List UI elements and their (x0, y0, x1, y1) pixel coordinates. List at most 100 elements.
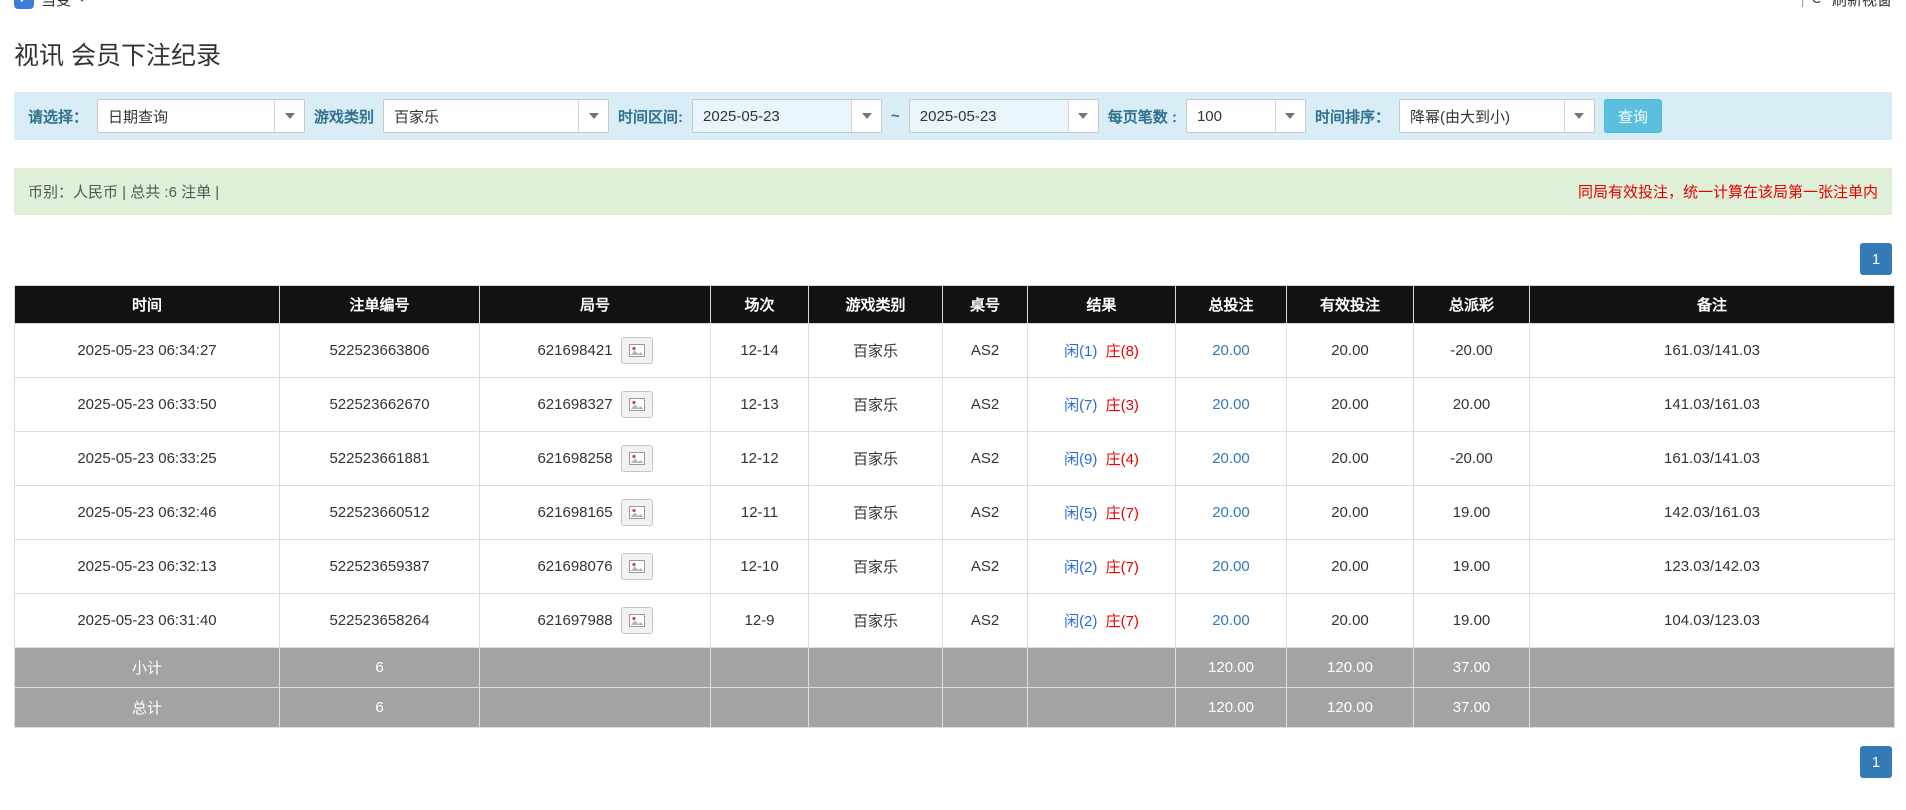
date-range-label: 时间区间: (618, 106, 683, 127)
chevron-down-icon (1564, 100, 1594, 132)
round-detail-button[interactable] (621, 391, 653, 418)
game-type-label: 游戏类别 (314, 106, 374, 127)
col-header-table-no: 桌号 (943, 286, 1028, 324)
result-player: 闲(7) (1064, 397, 1097, 414)
round-detail-button[interactable] (621, 499, 653, 526)
cell-payout: -20.00 (1414, 324, 1530, 378)
cell-game-type: 百家乐 (809, 486, 943, 540)
col-header-total-bet: 总投注 (1176, 286, 1287, 324)
total-bet-link[interactable]: 20.00 (1212, 612, 1250, 629)
total-bet-link[interactable]: 20.00 (1212, 342, 1250, 359)
cell-total-bet: 20.00 (1176, 594, 1287, 648)
result-image-icon (629, 614, 645, 627)
result-player: 闲(1) (1064, 343, 1097, 360)
cell-bet-id: 522523658264 (280, 594, 480, 648)
cell-bet-id: 522523662670 (280, 378, 480, 432)
total-valid-bet: 120.00 (1287, 688, 1414, 728)
cell-session: 12-12 (711, 432, 809, 486)
cell-round: 621698421 (480, 324, 711, 378)
page-size-label: 每页笔数 : (1108, 106, 1177, 127)
cell-payout: 19.00 (1414, 486, 1530, 540)
cell-round: 621698258 (480, 432, 711, 486)
cell-valid-bet: 20.00 (1287, 378, 1414, 432)
date-range-separator: ~ (891, 108, 900, 125)
cell-time: 2025-05-23 06:32:13 (15, 540, 280, 594)
total-bet-link[interactable]: 20.00 (1212, 450, 1250, 467)
table-row: 2025-05-23 06:32:13 522523659387 6216980… (15, 540, 1895, 594)
total-payout: 37.00 (1414, 688, 1530, 728)
subtotal-total-bet: 120.00 (1176, 648, 1287, 688)
cell-round: 621697988 (480, 594, 711, 648)
round-detail-button[interactable] (621, 607, 653, 634)
date-to-select[interactable]: 2025-05-23 (909, 99, 1099, 133)
date-from-select[interactable]: 2025-05-23 (692, 99, 882, 133)
time-sort-select[interactable]: 降幂(由大到小) (1399, 99, 1595, 133)
result-player: 闲(2) (1064, 613, 1097, 630)
result-banker: 庄(4) (1106, 451, 1139, 468)
cell-payout: 19.00 (1414, 540, 1530, 594)
time-sort-value: 降幂(由大到小) (1400, 106, 1564, 127)
cell-game-type: 百家乐 (809, 432, 943, 486)
total-bet-link[interactable]: 20.00 (1212, 504, 1250, 521)
cell-note: 142.03/161.03 (1530, 486, 1895, 540)
cell-session: 12-9 (711, 594, 809, 648)
topbar-left-group[interactable]: ✓ 当变 (14, 0, 86, 10)
cell-total-bet: 20.00 (1176, 432, 1287, 486)
total-bet-link[interactable]: 20.00 (1212, 558, 1250, 575)
search-button[interactable]: 查询 (1604, 99, 1662, 133)
chevron-down-icon (578, 100, 608, 132)
result-image-icon (629, 452, 645, 465)
topbar-right-group[interactable]: | ⟳ 刷新视窗 (1801, 0, 1892, 10)
round-number: 621698421 (537, 342, 612, 359)
cell-game-type: 百家乐 (809, 324, 943, 378)
cell-total-bet: 20.00 (1176, 378, 1287, 432)
round-detail-button[interactable] (621, 445, 653, 472)
cell-result: 闲(2) 庄(7) (1028, 594, 1176, 648)
cell-time: 2025-05-23 06:31:40 (15, 594, 280, 648)
total-total-bet: 120.00 (1176, 688, 1287, 728)
cell-time: 2025-05-23 06:33:25 (15, 432, 280, 486)
page-size-select[interactable]: 100 (1186, 99, 1306, 133)
chevron-down-icon (1275, 100, 1305, 132)
page-size-value: 100 (1187, 108, 1275, 125)
chevron-down-icon (1068, 100, 1098, 132)
cell-time: 2025-05-23 06:34:27 (15, 324, 280, 378)
game-type-select[interactable]: 百家乐 (383, 99, 609, 133)
cell-valid-bet: 20.00 (1287, 486, 1414, 540)
result-banker: 庄(3) (1106, 397, 1139, 414)
cell-round: 621698165 (480, 486, 711, 540)
page-1-button[interactable]: 1 (1860, 243, 1892, 275)
round-number: 621698258 (537, 450, 612, 467)
total-label: 总计 (15, 688, 280, 728)
total-bet-link[interactable]: 20.00 (1212, 396, 1250, 413)
result-image-icon (629, 560, 645, 573)
cell-table-no: AS2 (943, 540, 1028, 594)
cell-payout: 19.00 (1414, 594, 1530, 648)
cell-session: 12-10 (711, 540, 809, 594)
currency-summary-text: 币别：人民币 | 总共 :6 注单 | (28, 181, 219, 202)
cell-table-no: AS2 (943, 594, 1028, 648)
result-player: 闲(2) (1064, 559, 1097, 576)
cell-result: 闲(7) 庄(3) (1028, 378, 1176, 432)
query-type-select[interactable]: 日期查询 (97, 99, 305, 133)
grand-total-row: 总计 6 120.00 120.00 37.00 (15, 688, 1895, 728)
cell-round: 621698076 (480, 540, 711, 594)
cell-time: 2025-05-23 06:33:50 (15, 378, 280, 432)
cell-bet-id: 522523663806 (280, 324, 480, 378)
table-row: 2025-05-23 06:32:46 522523660512 6216981… (15, 486, 1895, 540)
round-detail-button[interactable] (621, 337, 653, 364)
result-banker: 庄(7) (1106, 613, 1139, 630)
subtotal-label: 小计 (15, 648, 280, 688)
cell-payout: -20.00 (1414, 432, 1530, 486)
round-detail-button[interactable] (621, 553, 653, 580)
col-header-session: 场次 (711, 286, 809, 324)
topbar-right-label[interactable]: 刷新视窗 (1832, 0, 1892, 10)
col-header-bet-id: 注单编号 (280, 286, 480, 324)
col-header-note: 备注 (1530, 286, 1895, 324)
table-row: 2025-05-23 06:31:40 522523658264 6216979… (15, 594, 1895, 648)
topbar-left-label[interactable]: 当变 (41, 0, 71, 10)
cell-total-bet: 20.00 (1176, 324, 1287, 378)
page-1-button[interactable]: 1 (1860, 746, 1892, 778)
filter-bar: 请选择： 日期查询 游戏类别 百家乐 时间区间: 2025-05-23 ~ 20… (14, 92, 1892, 140)
result-image-icon (629, 344, 645, 357)
